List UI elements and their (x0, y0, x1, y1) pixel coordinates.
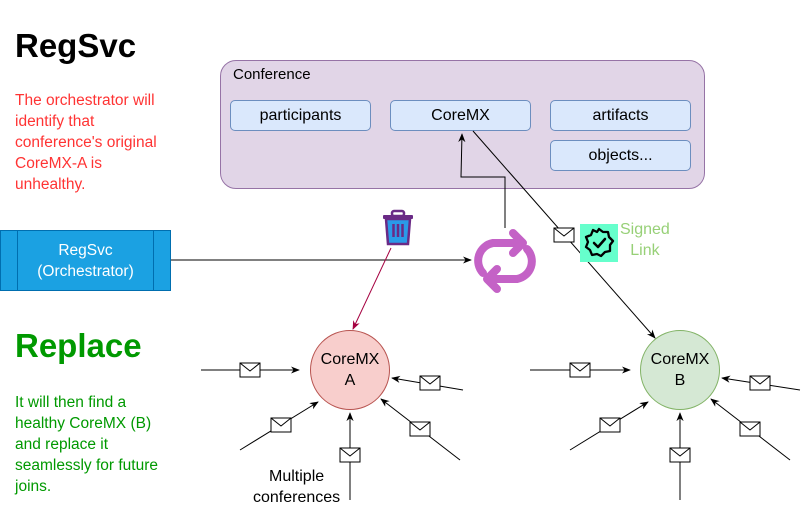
node-label-line: CoreMX (320, 351, 380, 368)
coremx-node-b[interactable]: CoreMX B (640, 330, 720, 410)
verified-badge-icon (580, 224, 618, 262)
coremx-node-a[interactable]: CoreMX A (310, 330, 390, 410)
signed-link-label-line: Signed (620, 221, 670, 238)
diagram-connectors (171, 130, 801, 500)
node-label-line: A (344, 372, 356, 389)
node-label: CoreMX B (651, 349, 710, 391)
node-label: CoreMX A (321, 349, 380, 391)
multiple-conferences-line: conferences (253, 489, 341, 506)
multiple-conferences-line: Multiple (269, 468, 325, 485)
cycle-to-coremx-edge (458, 133, 506, 228)
node-label-line: CoreMX (650, 351, 710, 368)
multiple-conferences-label: Multiple conferences (253, 466, 340, 508)
envelope-icon (553, 227, 575, 243)
signed-link-label: Signed Link (620, 219, 670, 261)
trash-icon (383, 209, 413, 246)
signed-link-label-line: Link (630, 242, 660, 259)
node-label-line: B (674, 372, 686, 389)
refresh-cycle-icon (474, 229, 536, 293)
